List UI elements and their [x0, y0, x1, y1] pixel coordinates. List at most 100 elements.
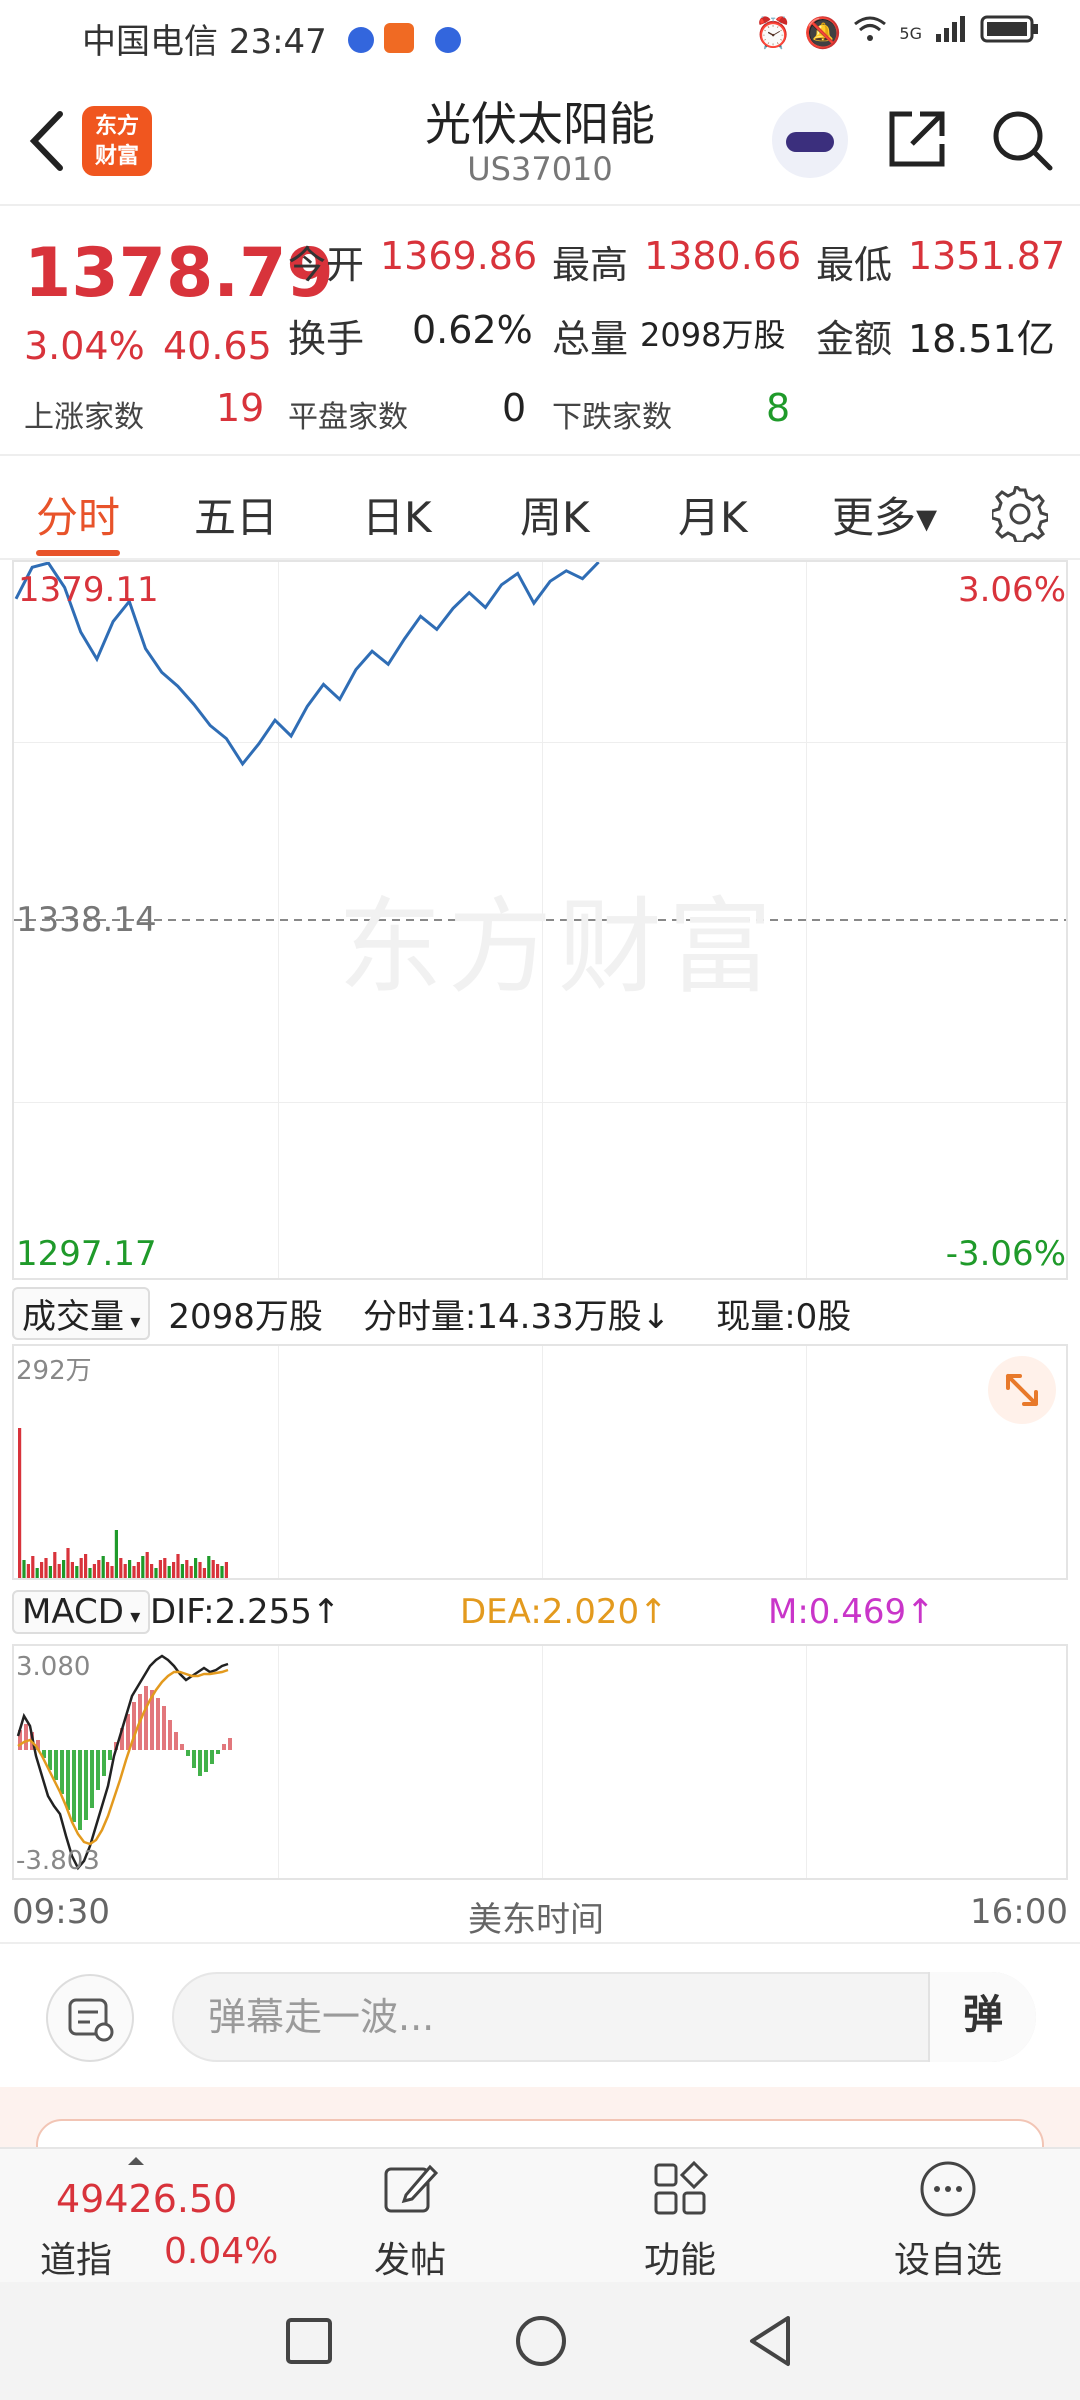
- time-start: 09:30: [12, 1892, 110, 1932]
- back-nav-button[interactable]: [744, 2314, 798, 2368]
- volume-bar: [224, 1562, 228, 1578]
- volume-bar: [172, 1562, 176, 1578]
- macd-histogram-bar: [192, 1750, 196, 1768]
- change-percent: 3.04%: [24, 324, 145, 368]
- more-circle-icon: [920, 2161, 976, 2217]
- functions-button[interactable]: 功能: [600, 2159, 760, 2283]
- volume-bar: [167, 1566, 171, 1578]
- macd-histogram-bar: [66, 1750, 70, 1810]
- chart-settings-button[interactable]: [990, 483, 1050, 544]
- down-count-value: 8: [766, 386, 791, 430]
- volume-chart[interactable]: 292万: [12, 1344, 1068, 1580]
- volume-bar: [145, 1552, 149, 1578]
- volume-bar: [150, 1564, 154, 1578]
- volume-bar: [198, 1562, 202, 1578]
- volume-bar: [84, 1554, 88, 1578]
- functions-label: 功能: [643, 2240, 716, 2281]
- volume-bar: [220, 1566, 224, 1578]
- volume-bar: [216, 1564, 220, 1578]
- tab-daily-k[interactable]: 日K: [362, 484, 432, 545]
- macd-axis-max: 3.080: [16, 1652, 91, 1682]
- volume-bar: [18, 1428, 22, 1578]
- macd-histogram-bar: [90, 1750, 94, 1808]
- tab-intraday[interactable]: 分时: [36, 484, 120, 545]
- volume-bar: [31, 1556, 35, 1578]
- macd-dif: DIF:2.255↑: [150, 1592, 341, 1632]
- macd-chart[interactable]: 3.080 -3.803: [12, 1644, 1068, 1880]
- volume-bar: [211, 1560, 215, 1578]
- macd-histogram-bar: [204, 1750, 208, 1772]
- volume-bar: [154, 1568, 158, 1578]
- macd-histogram-bar: [216, 1750, 220, 1754]
- macd-indicator-selector[interactable]: MACD ▾: [12, 1590, 151, 1634]
- danmaku-settings-button[interactable]: [46, 1974, 134, 2062]
- home-button[interactable]: [514, 2314, 568, 2368]
- volume-bar: [176, 1554, 180, 1578]
- clock-text: 23:47: [228, 22, 327, 62]
- up-count-label: 上涨家数: [24, 400, 144, 435]
- volume-bar: [35, 1568, 39, 1578]
- danmaku-settings-icon: [68, 1998, 114, 2042]
- macd-axis-min: -3.803: [16, 1846, 100, 1876]
- down-count-label: 下跌家数: [552, 400, 672, 435]
- volume-indicator-selector[interactable]: 成交量 ▾: [12, 1286, 151, 1340]
- add-watchlist-button[interactable]: 设自选: [868, 2159, 1028, 2283]
- ai-assistant-icon[interactable]: [772, 102, 848, 178]
- volume-axis-max: 292万: [16, 1356, 92, 1386]
- quote-panel: 1378.79 3.04% 40.65 今开 1369.86 最高 1380.6…: [0, 206, 1080, 456]
- low-label: 最低: [816, 243, 893, 287]
- grid-icon: [654, 2160, 709, 2215]
- search-icon: [993, 111, 1053, 171]
- chart-tabs: 分时 五日 日K 周K 月K 更多▾: [0, 456, 1080, 560]
- tab-monthly-k[interactable]: 月K: [678, 484, 748, 545]
- caret-down-icon: ▾: [123, 1604, 141, 1628]
- volume-bar: [62, 1560, 66, 1578]
- volume-bar: [70, 1562, 74, 1578]
- volume-bars: [18, 1428, 228, 1578]
- caret-down-icon: ▾: [124, 1308, 141, 1333]
- turnover-label: 换手: [288, 317, 365, 361]
- macd-histogram-bar: [162, 1706, 166, 1750]
- macd-dea: DEA:2.020↑: [460, 1592, 668, 1632]
- up-count-value: 19: [216, 386, 265, 430]
- danmaku-input[interactable]: 弹幕走一波...: [172, 1972, 1036, 2062]
- share-icon: [889, 111, 945, 167]
- volume-selector-label: 成交量: [22, 1296, 124, 1337]
- time-end: 16:00: [970, 1892, 1068, 1932]
- post-button[interactable]: 发帖: [330, 2159, 490, 2283]
- mute-icon: 🔕: [804, 15, 842, 51]
- search-button[interactable]: [988, 106, 1054, 172]
- volume-bar: [53, 1552, 57, 1578]
- recents-button[interactable]: [284, 2316, 334, 2366]
- macd-histogram-bar: [144, 1686, 148, 1750]
- price-axis-top: 1379.11: [18, 570, 159, 610]
- volume-bar: [88, 1568, 92, 1578]
- battery-icon: [980, 14, 1040, 52]
- fullscreen-button[interactable]: [988, 1356, 1056, 1424]
- total-volume: 2098万股: [168, 1296, 323, 1337]
- danmaku-toggle-button[interactable]: 弹: [928, 1972, 1036, 2062]
- amount-value: 18.51亿: [908, 317, 1055, 361]
- app-notification-icon: [384, 23, 415, 53]
- macd-m: M:0.469↑: [768, 1592, 935, 1632]
- amount-label: 金额: [816, 317, 893, 361]
- volume-bar: [119, 1558, 123, 1578]
- tab-more[interactable]: 更多▾: [832, 484, 937, 545]
- header: 东方 财富 光伏太阳能 US37010: [0, 70, 1080, 206]
- macd-histogram-bar: [210, 1750, 214, 1764]
- share-button[interactable]: [884, 106, 950, 172]
- macd-histogram-bar: [24, 1724, 28, 1750]
- macd-histogram-bar: [126, 1714, 130, 1750]
- promo-strip: [0, 2087, 1080, 2159]
- volume-bar: [141, 1556, 145, 1578]
- volume-bar: [97, 1560, 101, 1578]
- macd-plot: [16, 1654, 232, 1871]
- volume-bar: [22, 1560, 26, 1578]
- volume-bar: [26, 1564, 30, 1578]
- add-watchlist-label: 设自选: [893, 2240, 1002, 2281]
- macd-histogram-bar: [156, 1698, 160, 1750]
- tab-weekly-k[interactable]: 周K: [520, 484, 590, 545]
- tab-five-day[interactable]: 五日: [194, 484, 278, 545]
- volume-bar: [132, 1566, 136, 1578]
- current-volume: 现量:0股: [716, 1296, 852, 1337]
